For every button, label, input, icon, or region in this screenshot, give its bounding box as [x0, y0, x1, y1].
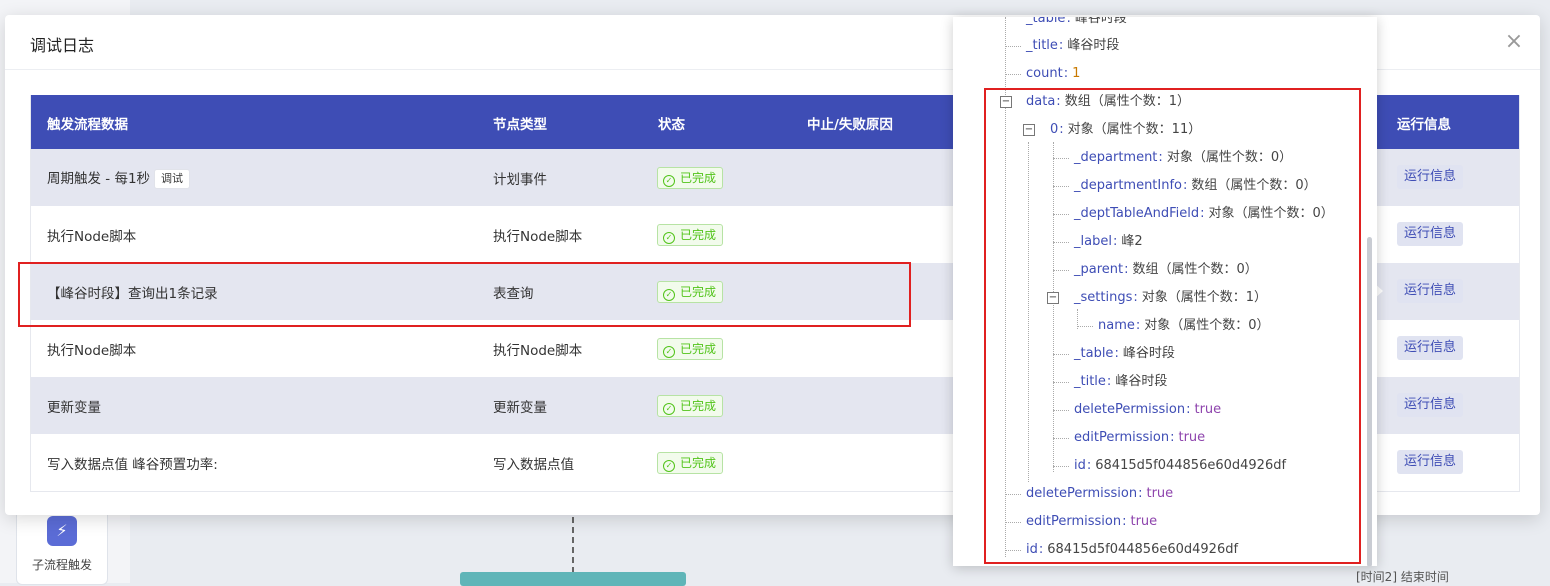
subflow-trigger-node[interactable]: ⚡ 子流程触发 — [16, 505, 108, 585]
node-type-cell: 执行Node脚本 — [493, 229, 583, 245]
tree-node[interactable]: data: 数组（属性个数：1） — [1026, 92, 1190, 112]
collapse-toggle-icon[interactable]: − — [1023, 124, 1035, 136]
tree-node[interactable]: editPermission: true — [1074, 428, 1205, 448]
tree-node[interactable]: _table: 峰谷时段 — [1026, 17, 1127, 29]
tree-branch-line — [1053, 438, 1069, 439]
run-info-button[interactable]: 运行信息 — [1397, 393, 1464, 417]
tree-node[interactable]: _settings: 对象（属性个数：1） — [1074, 288, 1267, 308]
trigger-cell: 更新变量 — [47, 400, 101, 416]
tree-node[interactable]: id: 68415d5f044856e60d4926df — [1026, 540, 1238, 560]
tree-branch-line — [1053, 410, 1069, 411]
col-node-type: 节点类型 — [493, 117, 547, 133]
tree-node[interactable]: count: 1 — [1026, 64, 1080, 84]
tree-branch-line — [1053, 466, 1069, 467]
tree-branch-line — [1005, 46, 1021, 47]
tree-node[interactable]: name: 对象（属性个数：0） — [1098, 316, 1270, 336]
tree-branch-line — [1053, 186, 1069, 187]
canvas-node[interactable] — [460, 572, 686, 586]
node-type-cell: 写入数据点值 — [493, 457, 574, 473]
tree-branch-line — [1005, 550, 1021, 551]
tree-node[interactable]: _title: 峰谷时段 — [1074, 372, 1167, 392]
flow-connector — [572, 517, 574, 573]
tree-node[interactable]: _departmentInfo: 数组（属性个数：0） — [1074, 176, 1317, 196]
trigger-cell: 周期触发 - 每1秒 调试 — [47, 167, 191, 189]
run-info-button[interactable]: 运行信息 — [1397, 165, 1464, 189]
run-info-tree-panel: − − − _table: 峰谷时段 _title: 峰谷时段 count: 1 da… — [953, 17, 1377, 566]
subflow-trigger-label: 子流程触发 — [31, 558, 92, 572]
tree-branch-line — [1005, 494, 1021, 495]
col-trigger-data: 触发流程数据 — [47, 117, 128, 133]
col-run-info: 运行信息 — [1397, 117, 1451, 133]
check-circle-icon: ✓ — [663, 346, 675, 358]
tree-scrollbar[interactable] — [1367, 237, 1372, 566]
modal-title: 调试日志 — [30, 36, 95, 55]
debug-tag: 调试 — [154, 169, 191, 189]
canvas-right-text: [时间2] 结束时间 — [1356, 570, 1449, 584]
tree-branch-line — [1005, 74, 1021, 75]
status-badge: ✓ 已完成 — [657, 224, 724, 246]
trigger-cell: 执行Node脚本 — [47, 343, 137, 359]
run-info-button[interactable]: 运行信息 — [1397, 450, 1464, 474]
tree-node[interactable]: _table: 峰谷时段 — [1074, 344, 1175, 364]
lightning-icon: ⚡ — [47, 516, 77, 546]
run-info-button[interactable]: 运行信息 — [1397, 336, 1464, 360]
tree-node[interactable]: deletePermission: true — [1026, 484, 1173, 504]
node-type-cell: 更新变量 — [493, 400, 547, 416]
node-type-cell: 执行Node脚本 — [493, 343, 583, 359]
tree-guide-line — [1028, 142, 1029, 482]
tree-branch-line — [1053, 214, 1069, 215]
tree-node[interactable]: _label: 峰2 — [1074, 232, 1143, 252]
close-icon[interactable]: × — [1503, 31, 1525, 53]
check-circle-icon: ✓ — [663, 460, 675, 472]
highlight-box-row — [18, 262, 911, 327]
tree-branch-line — [1053, 270, 1069, 271]
collapse-toggle-icon[interactable]: − — [1000, 96, 1012, 108]
tree-node[interactable]: deletePermission: true — [1074, 400, 1221, 420]
tree-guide-line — [1053, 142, 1054, 472]
run-info-button[interactable]: 运行信息 — [1397, 222, 1464, 246]
col-fail-reason: 中止/失败原因 — [807, 117, 893, 133]
tree-node[interactable]: _department: 对象（属性个数：0） — [1074, 148, 1292, 168]
tree-branch-line — [1053, 158, 1069, 159]
tree-branch-line — [1053, 382, 1069, 383]
tree-node[interactable]: id: 68415d5f044856e60d4926df — [1074, 456, 1286, 476]
trigger-cell: 执行Node脚本 — [47, 229, 137, 245]
status-badge: ✓ 已完成 — [657, 167, 724, 189]
run-info-button[interactable]: 运行信息 — [1397, 279, 1464, 303]
status-badge: ✓ 已完成 — [657, 395, 724, 417]
tree-node[interactable]: editPermission: true — [1026, 512, 1157, 532]
tree-branch-line — [1053, 242, 1069, 243]
collapse-toggle-icon[interactable]: − — [1047, 292, 1059, 304]
tree-branch-line — [1005, 522, 1021, 523]
status-badge: ✓ 已完成 — [657, 338, 724, 360]
trigger-cell: 写入数据点值 峰谷预置功率: — [47, 457, 218, 473]
tree-node[interactable]: _title: 峰谷时段 — [1026, 36, 1119, 56]
node-type-cell: 计划事件 — [493, 172, 547, 188]
col-status: 状态 — [658, 117, 685, 133]
tree-node[interactable]: 0: 对象（属性个数：11） — [1050, 120, 1201, 140]
status-badge: ✓ 已完成 — [657, 452, 724, 474]
tree-branch-line — [1053, 354, 1069, 355]
check-circle-icon: ✓ — [663, 175, 675, 187]
tree-node[interactable]: _deptTableAndField: 对象（属性个数：0） — [1074, 204, 1334, 224]
check-circle-icon: ✓ — [663, 403, 675, 415]
check-circle-icon: ✓ — [663, 232, 675, 244]
tree-branch-line — [1077, 326, 1093, 327]
tree-node[interactable]: _parent: 数组（属性个数：0） — [1074, 260, 1258, 280]
